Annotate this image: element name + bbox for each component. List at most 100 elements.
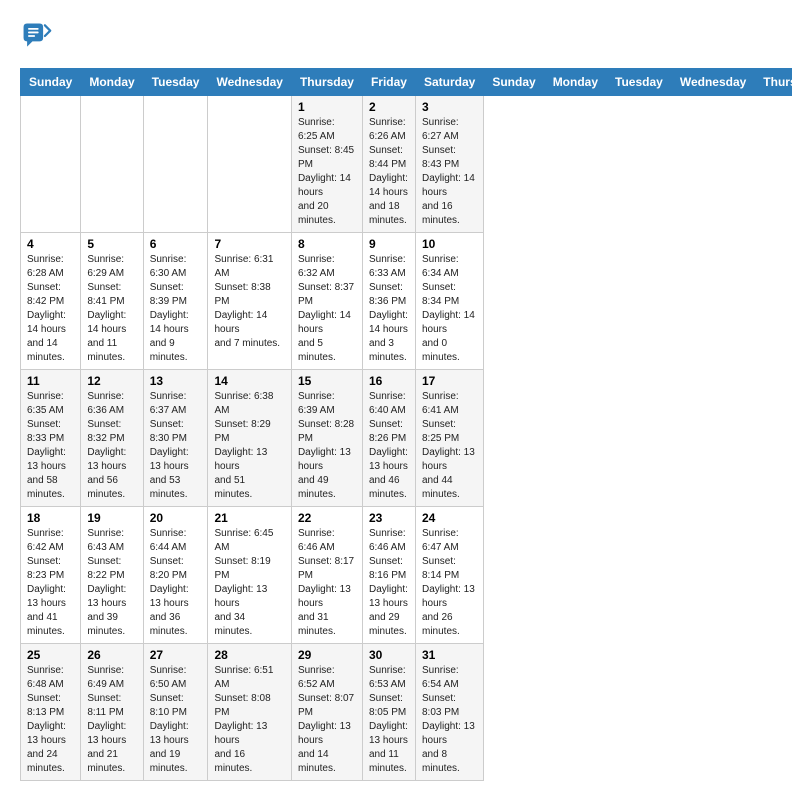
calendar-cell: 11 Sunrise: 6:35 AM Sunset: 8:33 PM Dayli… <box>21 370 81 507</box>
calendar-week-3: 11 Sunrise: 6:35 AM Sunset: 8:33 PM Dayli… <box>21 370 792 507</box>
calendar-cell: 21 Sunrise: 6:45 AM Sunset: 8:19 PM Dayli… <box>208 507 291 644</box>
day-info: Sunrise: 6:46 AM Sunset: 8:17 PM Dayligh… <box>298 527 356 639</box>
day-info: Sunrise: 6:29 AM Sunset: 8:41 PM Dayligh… <box>87 253 136 365</box>
day-info: Sunrise: 6:25 AM Sunset: 8:45 PM Dayligh… <box>298 116 356 228</box>
day-number: 13 <box>150 374 202 388</box>
calendar-cell: 18 Sunrise: 6:42 AM Sunset: 8:23 PM Dayli… <box>21 507 81 644</box>
day-number: 20 <box>150 511 202 525</box>
calendar-cell: 31 Sunrise: 6:54 AM Sunset: 8:03 PM Dayli… <box>415 644 483 781</box>
day-number: 21 <box>214 511 284 525</box>
day-number: 7 <box>214 237 284 251</box>
day-info: Sunrise: 6:43 AM Sunset: 8:22 PM Dayligh… <box>87 527 136 639</box>
day-number: 27 <box>150 648 202 662</box>
calendar-cell: 5Sunrise: 6:29 AM Sunset: 8:41 PM Daylig… <box>81 233 143 370</box>
day-number: 11 <box>27 374 74 388</box>
day-info: Sunrise: 6:44 AM Sunset: 8:20 PM Dayligh… <box>150 527 202 639</box>
day-number: 26 <box>87 648 136 662</box>
calendar-cell: 15Sunrise: 6:39 AM Sunset: 8:28 PM Dayli… <box>291 370 362 507</box>
day-info: Sunrise: 6:46 AM Sunset: 8:16 PM Dayligh… <box>369 527 409 639</box>
calendar-cell: 30Sunrise: 6:53 AM Sunset: 8:05 PM Dayli… <box>362 644 415 781</box>
day-info: Sunrise: 6:41 AM Sunset: 8:25 PM Dayligh… <box>422 390 477 502</box>
day-number: 8 <box>298 237 356 251</box>
day-number: 16 <box>369 374 409 388</box>
day-info: Sunrise: 6:45 AM Sunset: 8:19 PM Dayligh… <box>214 527 284 639</box>
calendar-cell: 10 Sunrise: 6:34 AM Sunset: 8:34 PM Dayli… <box>415 233 483 370</box>
day-info: Sunrise: 6:37 AM Sunset: 8:30 PM Dayligh… <box>150 390 202 502</box>
calendar-cell <box>208 96 291 233</box>
calendar-cell: 28Sunrise: 6:51 AM Sunset: 8:08 PM Dayli… <box>208 644 291 781</box>
calendar-cell: 26Sunrise: 6:49 AM Sunset: 8:11 PM Dayli… <box>81 644 143 781</box>
day-info: Sunrise: 6:48 AM Sunset: 8:13 PM Dayligh… <box>27 664 74 776</box>
col-header-friday: Friday <box>362 69 415 96</box>
day-number: 14 <box>214 374 284 388</box>
day-info: Sunrise: 6:52 AM Sunset: 8:07 PM Dayligh… <box>298 664 356 776</box>
calendar-cell: 3 Sunrise: 6:27 AM Sunset: 8:43 PM Daylig… <box>415 96 483 233</box>
calendar-week-2: 4Sunrise: 6:28 AM Sunset: 8:42 PM Daylig… <box>21 233 792 370</box>
day-number: 15 <box>298 374 356 388</box>
day-info: Sunrise: 6:31 AM Sunset: 8:38 PM Dayligh… <box>214 253 284 351</box>
calendar-cell: 13 Sunrise: 6:37 AM Sunset: 8:30 PM Dayli… <box>143 370 208 507</box>
calendar-cell: 8 Sunrise: 6:32 AM Sunset: 8:37 PM Daylig… <box>291 233 362 370</box>
day-info: Sunrise: 6:40 AM Sunset: 8:26 PM Dayligh… <box>369 390 409 502</box>
calendar-cell: 7 Sunrise: 6:31 AM Sunset: 8:38 PM Daylig… <box>208 233 291 370</box>
col-header-sunday: Sunday <box>21 69 81 96</box>
calendar-cell: 12 Sunrise: 6:36 AM Sunset: 8:32 PM Dayli… <box>81 370 143 507</box>
calendar-cell: 1 Sunrise: 6:25 AM Sunset: 8:45 PM Daylig… <box>291 96 362 233</box>
calendar-cell <box>143 96 208 233</box>
logo-icon <box>20 20 52 52</box>
calendar-cell: 20 Sunrise: 6:44 AM Sunset: 8:20 PM Dayli… <box>143 507 208 644</box>
day-number: 17 <box>422 374 477 388</box>
page-header <box>20 20 772 52</box>
day-info: Sunrise: 6:32 AM Sunset: 8:37 PM Dayligh… <box>298 253 356 365</box>
calendar-cell: 24 Sunrise: 6:47 AM Sunset: 8:14 PM Dayli… <box>415 507 483 644</box>
day-number: 9 <box>369 237 409 251</box>
calendar-cell: 4Sunrise: 6:28 AM Sunset: 8:42 PM Daylig… <box>21 233 81 370</box>
calendar-week-5: 25 Sunrise: 6:48 AM Sunset: 8:13 PM Dayli… <box>21 644 792 781</box>
day-info: Sunrise: 6:27 AM Sunset: 8:43 PM Dayligh… <box>422 116 477 228</box>
col-header-saturday: Saturday <box>415 69 483 96</box>
calendar-cell: 17 Sunrise: 6:41 AM Sunset: 8:25 PM Dayli… <box>415 370 483 507</box>
calendar-cell <box>81 96 143 233</box>
day-number: 25 <box>27 648 74 662</box>
day-number: 1 <box>298 100 356 114</box>
col-header-monday: Monday <box>544 69 606 96</box>
day-number: 10 <box>422 237 477 251</box>
day-info: Sunrise: 6:50 AM Sunset: 8:10 PM Dayligh… <box>150 664 202 776</box>
header-row: SundayMondayTuesdayWednesdayThursdayFrid… <box>21 69 792 96</box>
day-info: Sunrise: 6:36 AM Sunset: 8:32 PM Dayligh… <box>87 390 136 502</box>
day-info: Sunrise: 6:34 AM Sunset: 8:34 PM Dayligh… <box>422 253 477 365</box>
day-info: Sunrise: 6:26 AM Sunset: 8:44 PM Dayligh… <box>369 116 409 228</box>
calendar-week-4: 18 Sunrise: 6:42 AM Sunset: 8:23 PM Dayli… <box>21 507 792 644</box>
day-info: Sunrise: 6:35 AM Sunset: 8:33 PM Dayligh… <box>27 390 74 502</box>
day-number: 23 <box>369 511 409 525</box>
day-number: 31 <box>422 648 477 662</box>
calendar-cell: 6Sunrise: 6:30 AM Sunset: 8:39 PM Daylig… <box>143 233 208 370</box>
calendar-cell: 16 Sunrise: 6:40 AM Sunset: 8:26 PM Dayli… <box>362 370 415 507</box>
day-info: Sunrise: 6:33 AM Sunset: 8:36 PM Dayligh… <box>369 253 409 365</box>
col-header-monday: Monday <box>81 69 143 96</box>
calendar-cell: 25 Sunrise: 6:48 AM Sunset: 8:13 PM Dayli… <box>21 644 81 781</box>
day-number: 4 <box>27 237 74 251</box>
day-number: 6 <box>150 237 202 251</box>
day-number: 28 <box>214 648 284 662</box>
calendar-cell: 27 Sunrise: 6:50 AM Sunset: 8:10 PM Dayli… <box>143 644 208 781</box>
col-header-tuesday: Tuesday <box>607 69 672 96</box>
day-info: Sunrise: 6:54 AM Sunset: 8:03 PM Dayligh… <box>422 664 477 776</box>
calendar-week-1: 1 Sunrise: 6:25 AM Sunset: 8:45 PM Daylig… <box>21 96 792 233</box>
day-number: 12 <box>87 374 136 388</box>
day-number: 24 <box>422 511 477 525</box>
calendar-cell: 23 Sunrise: 6:46 AM Sunset: 8:16 PM Dayli… <box>362 507 415 644</box>
calendar-cell: 19 Sunrise: 6:43 AM Sunset: 8:22 PM Dayli… <box>81 507 143 644</box>
logo <box>20 20 56 52</box>
day-number: 18 <box>27 511 74 525</box>
calendar-table: SundayMondayTuesdayWednesdayThursdayFrid… <box>20 68 792 781</box>
day-number: 2 <box>369 100 409 114</box>
day-info: Sunrise: 6:42 AM Sunset: 8:23 PM Dayligh… <box>27 527 74 639</box>
day-info: Sunrise: 6:38 AM Sunset: 8:29 PM Dayligh… <box>214 390 284 502</box>
day-info: Sunrise: 6:47 AM Sunset: 8:14 PM Dayligh… <box>422 527 477 639</box>
col-header-thursday: Thursday <box>755 69 792 96</box>
day-number: 3 <box>422 100 477 114</box>
calendar-cell: 9 Sunrise: 6:33 AM Sunset: 8:36 PM Daylig… <box>362 233 415 370</box>
day-number: 19 <box>87 511 136 525</box>
calendar-cell: 29Sunrise: 6:52 AM Sunset: 8:07 PM Dayli… <box>291 644 362 781</box>
